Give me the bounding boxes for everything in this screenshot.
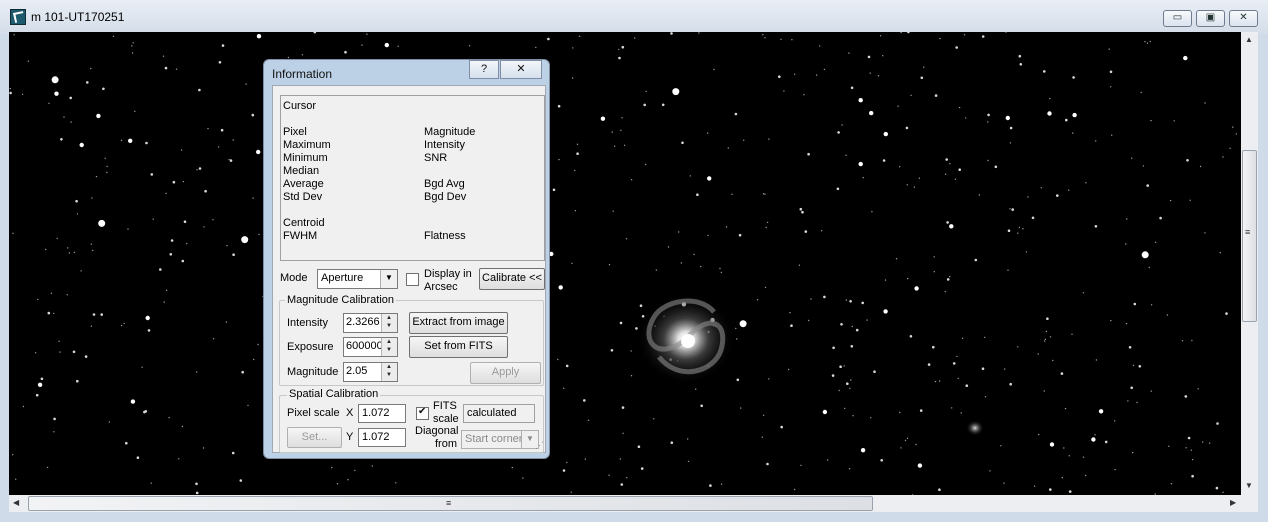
app-logo-icon	[10, 9, 26, 25]
fwhm-label: FWHM	[283, 230, 318, 242]
bgd-dev-label: Bgd Dev	[424, 191, 467, 203]
calculated-value: calculated	[467, 407, 517, 419]
snr-label: SNR	[424, 152, 448, 164]
pinwheel-galaxy	[636, 293, 736, 385]
intensity-readout-label: Intensity	[424, 139, 465, 151]
intensity-label: Intensity	[287, 317, 328, 329]
resize-grip-icon[interactable]: ⋰	[535, 440, 544, 451]
x-scale-field[interactable]: 1.072	[358, 404, 406, 423]
horizontal-scrollbar[interactable]: ◀ ≡ ▶	[9, 495, 1241, 512]
x-scale-label: X	[346, 407, 354, 419]
intensity-value: 2.3266	[346, 316, 380, 328]
y-scale-label: Y	[346, 431, 354, 443]
dialog-client: Cursor Pixel Maximum Minimum Median Aver…	[272, 85, 546, 453]
readout-panel: Cursor Pixel Maximum Minimum Median Aver…	[280, 95, 545, 261]
fits-scale-label-2: scale	[433, 413, 459, 425]
dialog-title: Information	[272, 67, 333, 81]
median-label: Median	[283, 165, 320, 177]
minimize-button[interactable]: ▭	[1163, 10, 1192, 27]
mode-select-value: Aperture	[321, 272, 364, 284]
vertical-scrollbar[interactable]: ▲ ≡ ▼	[1241, 32, 1258, 495]
cursor-label: Cursor	[283, 100, 317, 112]
vertical-scroll-thumb[interactable]: ≡	[1242, 150, 1257, 322]
bgd-avg-label: Bgd Avg	[424, 178, 465, 190]
set-from-fits-button[interactable]: Set from FITS	[409, 336, 508, 358]
grip-icon: ≡	[1245, 227, 1251, 237]
small-galaxy	[966, 420, 984, 436]
pixel-label: Pixel	[283, 126, 307, 138]
apply-button[interactable]: Apply	[470, 362, 541, 384]
average-label: Average	[283, 178, 324, 190]
title-bar: m 101-UT170251 ▭ ▣ ✕	[0, 0, 1268, 34]
extract-from-image-button[interactable]: Extract from image	[409, 312, 508, 334]
help-button[interactable]: ?	[469, 60, 499, 79]
grip-icon: ≡	[446, 498, 452, 508]
exposure-stepper[interactable]: 600000 ▲ ▼	[343, 337, 398, 357]
intensity-stepper[interactable]: 2.3266 ▲ ▼	[343, 313, 398, 333]
y-scale-field[interactable]: 1.072	[358, 428, 406, 447]
display-in-arcsec-label-2: Arcsec	[424, 281, 458, 293]
scroll-up-icon[interactable]: ▲	[1245, 35, 1253, 44]
scroll-right-icon[interactable]: ▶	[1230, 498, 1236, 507]
pixel-scale-label: Pixel scale	[287, 407, 340, 419]
window-title: m 101-UT170251	[31, 10, 125, 24]
magnitude-stepper[interactable]: 2.05 ▲ ▼	[343, 362, 398, 382]
star-field-image	[9, 32, 1238, 495]
scroll-down-icon[interactable]: ▼	[1245, 481, 1253, 490]
magnitude-value: 2.05	[346, 365, 368, 377]
exposure-label: Exposure	[287, 341, 334, 353]
mode-label: Mode	[280, 272, 308, 284]
horizontal-scroll-thumb[interactable]: ≡	[28, 496, 873, 511]
chevron-down-icon: ▼	[380, 270, 397, 288]
scrollbar-corner	[1241, 495, 1258, 512]
information-dialog: Information ? ✕ Cursor Pixel Maximum Min…	[263, 59, 550, 459]
fits-scale-checkbox[interactable]	[416, 406, 429, 420]
x-scale-value: 1.072	[362, 407, 390, 419]
flatness-label: Flatness	[424, 230, 466, 242]
fits-scale-label-1: FITS	[433, 400, 457, 412]
centroid-label: Centroid	[283, 217, 325, 229]
magnitude-readout-label: Magnitude	[424, 126, 476, 138]
maximum-label: Maximum	[283, 139, 331, 151]
display-in-arcsec-checkbox[interactable]	[406, 273, 419, 286]
calculated-field: calculated	[463, 404, 535, 423]
std-dev-label: Std Dev	[283, 191, 323, 203]
dialog-close-button[interactable]: ✕	[500, 60, 542, 79]
set-scale-button[interactable]: Set...	[287, 427, 342, 448]
maximize-button[interactable]: ▣	[1196, 10, 1225, 27]
exposure-value: 600000	[346, 340, 383, 352]
display-in-arcsec-label-1: Display in	[424, 268, 472, 280]
close-button[interactable]: ✕	[1229, 10, 1258, 27]
start-corner-select[interactable]: Start corner ▼	[461, 430, 539, 449]
minimum-label: Minimum	[283, 152, 328, 164]
start-corner-value: Start corner	[465, 433, 523, 445]
calibrate-button[interactable]: Calibrate <<	[479, 268, 545, 290]
y-scale-value: 1.072	[362, 431, 390, 443]
spatial-calibration-title: Spatial Calibration	[287, 388, 381, 400]
diagonal-label-1: Diagonal	[415, 425, 459, 437]
scroll-left-icon[interactable]: ◀	[13, 498, 19, 507]
mode-select[interactable]: Aperture ▼	[317, 269, 398, 289]
magnitude-label: Magnitude	[287, 366, 339, 378]
astronomical-image[interactable]	[9, 32, 1241, 495]
magnitude-calibration-title: Magnitude Calibration	[285, 294, 397, 306]
diagonal-label-2: from	[435, 438, 457, 450]
